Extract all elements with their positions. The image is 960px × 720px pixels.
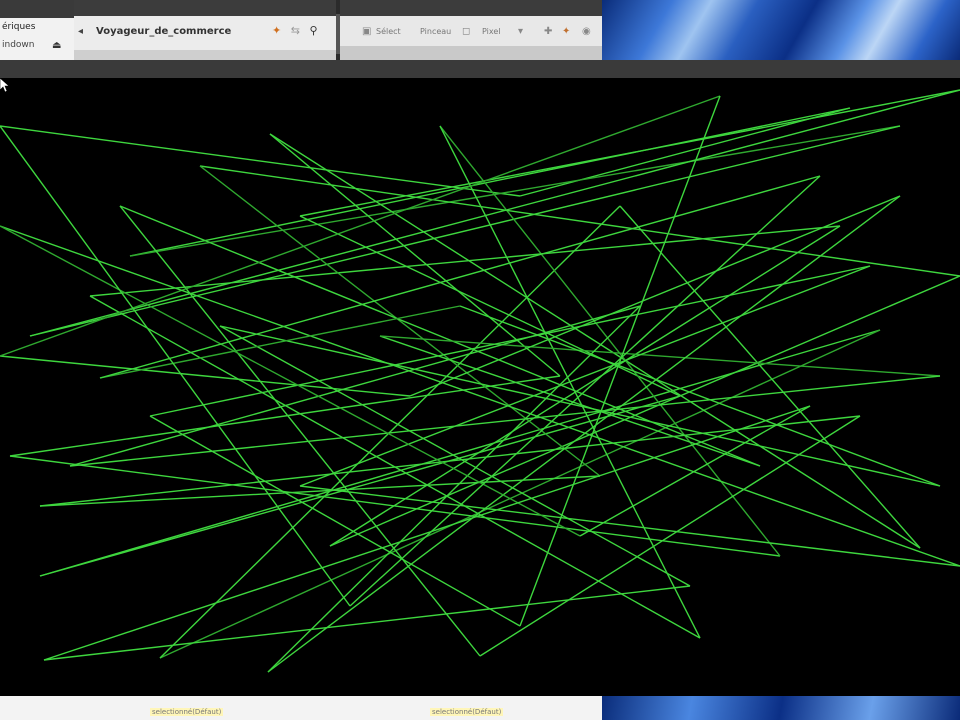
- route-segment: [43, 405, 811, 661]
- route-segment: [439, 125, 781, 557]
- route-segment: [0, 125, 521, 197]
- route-segment: [0, 125, 351, 607]
- window-border: [0, 60, 960, 78]
- secondary-toolbar: ▣ Sélect Pinceau ◻ Pixel ▾ ✚ ✦ ◉: [340, 0, 602, 60]
- toolbar-item[interactable]: Pixel: [482, 27, 501, 36]
- route-segment: [299, 89, 960, 217]
- status-text: selectionné(Défaut): [150, 708, 224, 716]
- mouse-pointer-icon: [0, 78, 10, 92]
- left-panel-sublabel: indown: [2, 40, 35, 50]
- route-segment: [69, 305, 641, 467]
- left-panel: ériques indown ⏏: [0, 0, 74, 60]
- route-segment: [619, 205, 921, 549]
- tab-toolbar: ✦ ⇆ ⚲: [272, 24, 324, 37]
- status-text: selectionné(Défaut): [430, 708, 504, 716]
- route-segment: [199, 165, 960, 277]
- route-segment: [39, 395, 681, 577]
- route-segment: [0, 225, 581, 537]
- toolbar-item[interactable]: Sélect: [376, 27, 401, 36]
- route-segment: [329, 275, 960, 547]
- tool-icon[interactable]: ✚: [544, 26, 552, 37]
- status-bar: selectionné(Défaut) selectionné(Défaut): [0, 696, 960, 720]
- route-segment: [129, 125, 901, 257]
- search-icon[interactable]: ⚲: [309, 24, 317, 37]
- window-title-bar: ériques indown ⏏ ◂ Voyageur_de_commerce …: [0, 0, 960, 60]
- route-segment: [29, 89, 960, 337]
- desktop-wallpaper: [602, 0, 960, 60]
- route-segment: [269, 133, 921, 549]
- route-segment: [149, 265, 871, 417]
- tool-icon[interactable]: ✦: [562, 26, 570, 37]
- salesman-route: [0, 89, 960, 673]
- route-segment: [267, 195, 901, 673]
- tool-icon[interactable]: ◻: [462, 26, 470, 37]
- tool-icon[interactable]: ⇆: [291, 24, 300, 37]
- tool-icon[interactable]: ◉: [582, 26, 591, 37]
- toolbar-item[interactable]: Pinceau: [420, 27, 451, 36]
- route-segment: [119, 205, 481, 657]
- route-segment: [99, 175, 821, 379]
- route-segment: [129, 107, 851, 257]
- route-segment: [0, 355, 411, 397]
- tool-icon[interactable]: ▣: [362, 26, 371, 37]
- editor-tab-strip: ◂ Voyageur_de_commerce ✦ ⇆ ⚲: [74, 0, 336, 60]
- tab-voyageur[interactable]: Voyageur_de_commerce: [96, 26, 231, 37]
- route-segment: [329, 225, 841, 547]
- chevron-left-icon[interactable]: ◂: [78, 26, 83, 37]
- desktop-wallpaper: [602, 696, 960, 720]
- tool-icon[interactable]: ▾: [518, 26, 523, 37]
- left-panel-label: ériques: [2, 22, 36, 32]
- tsp-canvas[interactable]: [0, 78, 960, 696]
- tool-icon[interactable]: ✦: [272, 24, 281, 37]
- eject-icon[interactable]: ⏏: [52, 40, 61, 51]
- route-segment: [519, 107, 851, 197]
